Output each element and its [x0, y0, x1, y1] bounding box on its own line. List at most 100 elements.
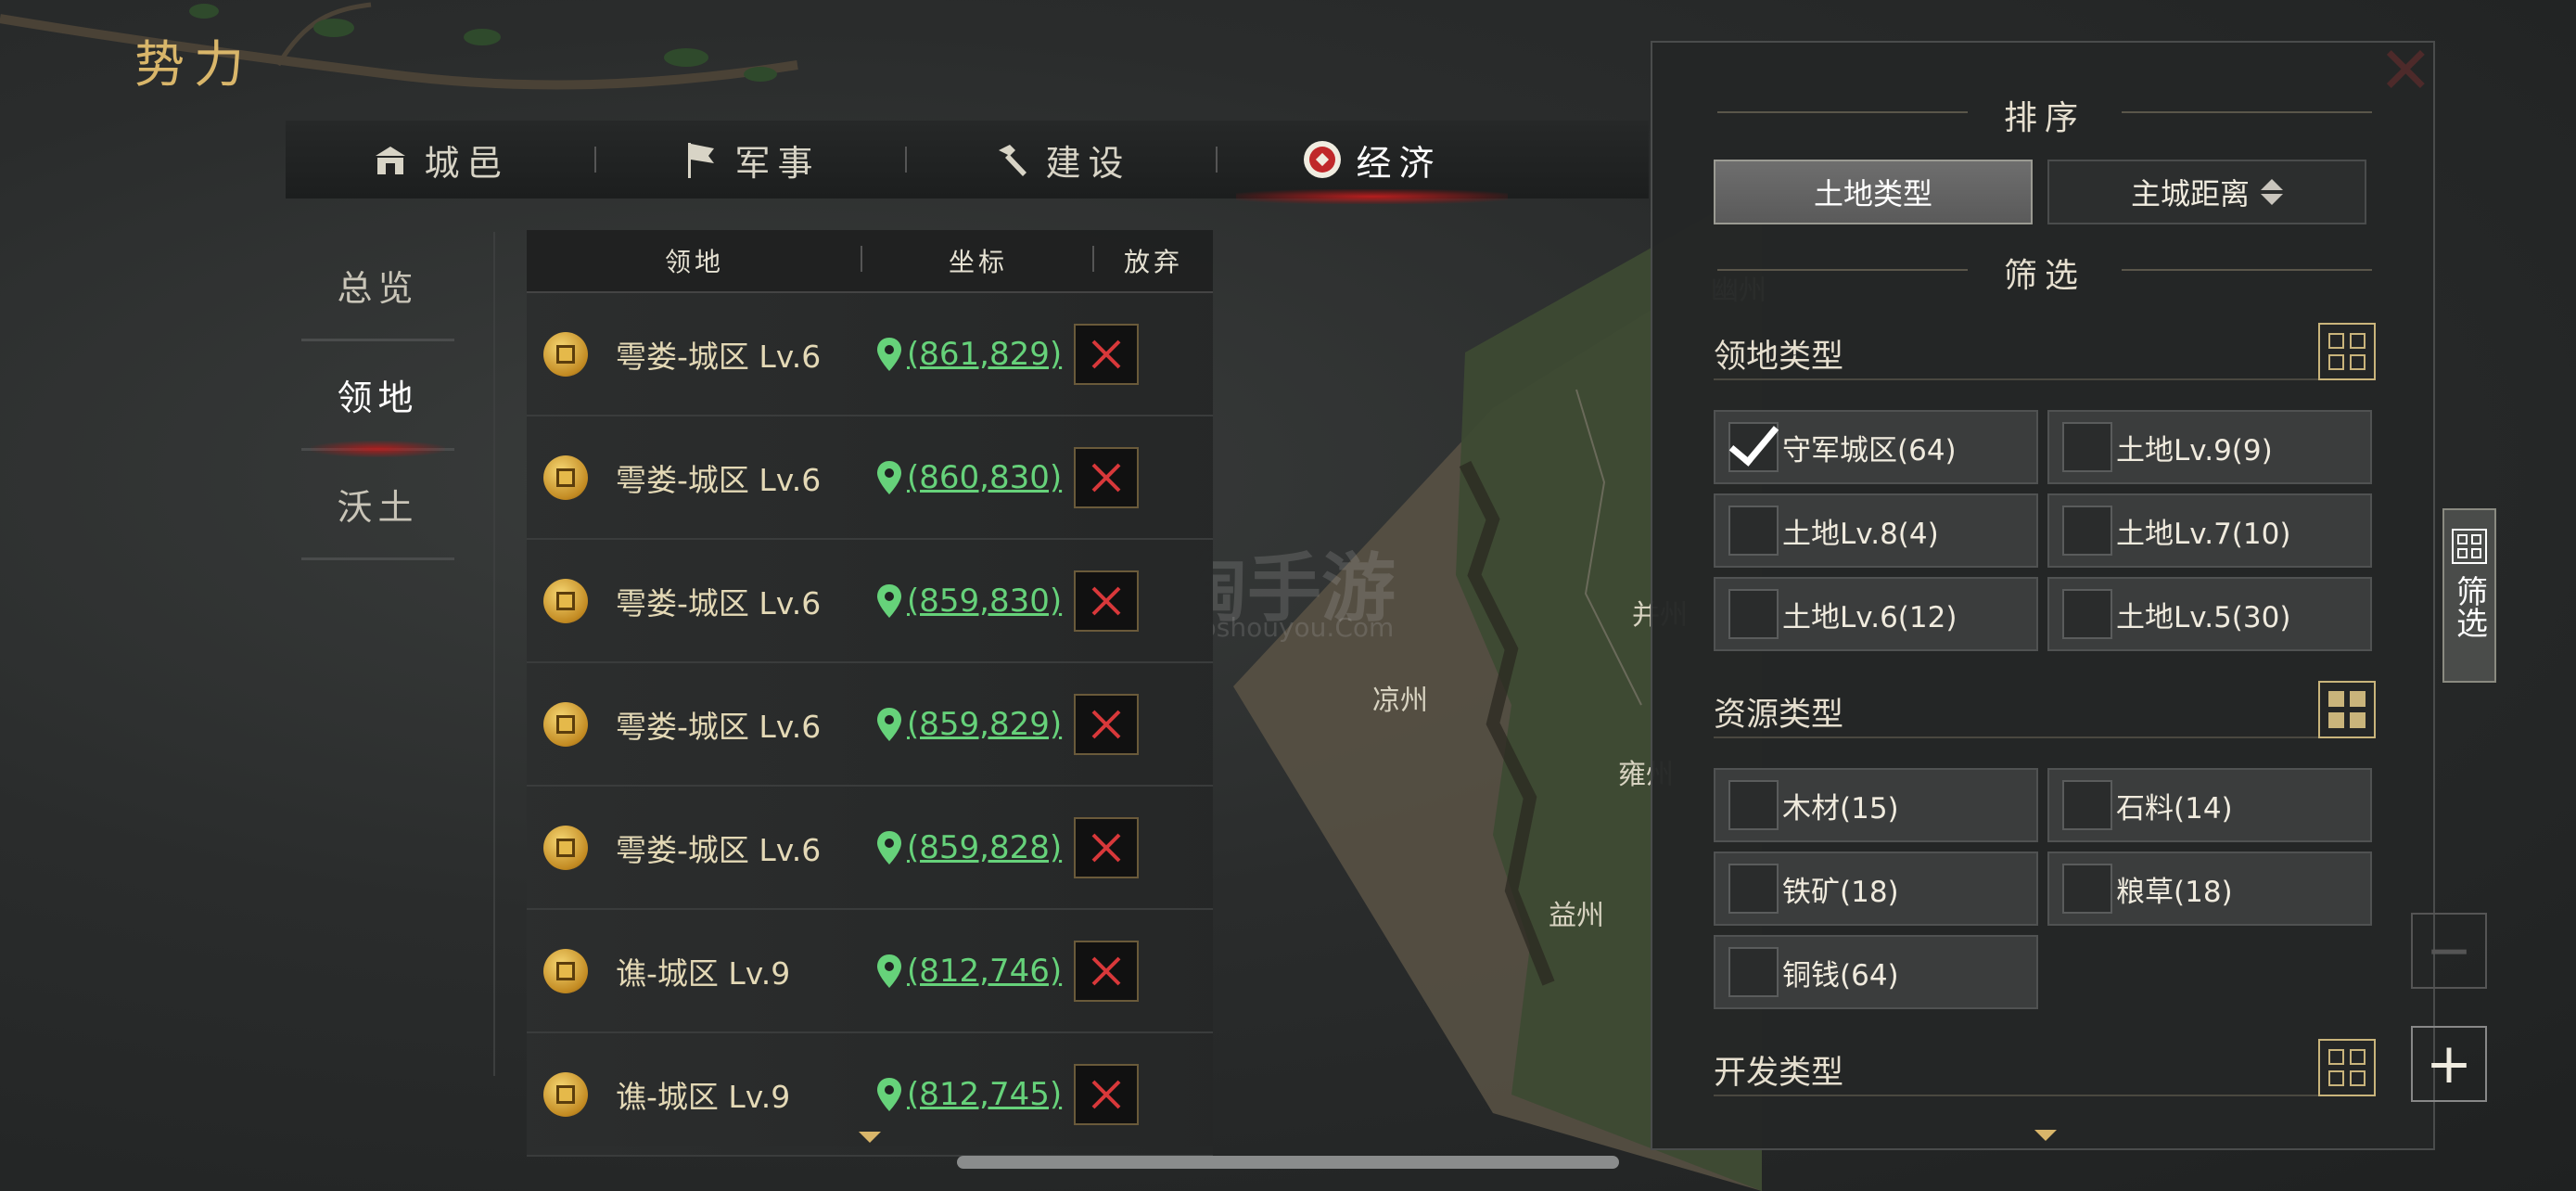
horizontal-scrollbar[interactable] — [957, 1156, 1619, 1169]
filter-option[interactable]: 土地Lv.6(12) — [1714, 577, 2038, 651]
filter-option-label: 守军城区(64) — [1782, 433, 1957, 467]
abandon-button[interactable] — [1074, 446, 1139, 508]
location-pin-icon — [877, 583, 901, 618]
filter-option[interactable]: 土地Lv.7(10) — [2047, 493, 2372, 568]
territory-name: 谯-城区 Lv.9 — [616, 954, 791, 992]
flag-icon — [681, 139, 721, 180]
tab-economy[interactable]: 经济 — [1218, 121, 1526, 204]
close-icon — [1091, 710, 1121, 738]
side-tab-label: 筛选 — [2450, 575, 2488, 638]
category-label: 资源类型 — [1714, 697, 1844, 734]
zoom-out-button[interactable]: − — [2411, 913, 2487, 989]
abandon-button[interactable] — [1074, 940, 1139, 1002]
coin-icon — [543, 825, 588, 870]
tab-construction-label: 建设 — [1045, 142, 1131, 184]
map-label-yizhou: 益州 — [1549, 900, 1604, 932]
nav-fertile-land[interactable]: 沃土 — [301, 451, 454, 560]
close-icon — [1091, 956, 1121, 985]
filter-option[interactable]: 粮草(18) — [2047, 852, 2372, 926]
title-line — [2122, 269, 2372, 271]
coordinate-link[interactable]: (860,830) — [907, 459, 1062, 496]
checkbox[interactable] — [2062, 864, 2112, 914]
filter-option[interactable]: 木材(15) — [1714, 768, 2038, 842]
abandon-button[interactable] — [1074, 816, 1139, 878]
sort-option-label: 土地类型 — [1813, 176, 1932, 211]
filter-option-label: 土地Lv.6(12) — [1782, 600, 1958, 634]
coin-icon — [543, 948, 588, 993]
table-row[interactable]: 雩娄-城区 Lv.6 (859,829) — [527, 663, 1213, 787]
sort-by-distance-button[interactable]: 主城距离 — [2047, 160, 2366, 224]
coordinate-link[interactable]: (812,746) — [907, 953, 1062, 990]
tab-city[interactable]: 城邑 — [286, 121, 594, 198]
hammer-icon — [991, 139, 1032, 180]
filter-option[interactable]: 土地Lv.5(30) — [2047, 577, 2372, 651]
left-nav: 总览 领地 沃土 — [301, 232, 454, 560]
filter-option[interactable]: 铁矿(18) — [1714, 852, 2038, 926]
table-scroll-down-icon[interactable] — [859, 1132, 881, 1143]
table-row[interactable]: 雩娄-城区 Lv.6 (859,830) — [527, 540, 1213, 663]
territory-name: 雩娄-城区 Lv.6 — [616, 584, 822, 621]
abandon-button[interactable] — [1074, 1063, 1139, 1125]
coordinate-link[interactable]: (861,829) — [907, 336, 1062, 373]
checkbox[interactable] — [1728, 589, 1779, 639]
page-title: 势力 — [134, 35, 253, 94]
checkbox[interactable] — [1728, 506, 1779, 556]
checkbox[interactable] — [1728, 947, 1779, 997]
coordinate-link[interactable]: (812,745) — [907, 1076, 1062, 1113]
territory-table[interactable]: 领地 坐标 放弃 雩娄-城区 Lv.6 (861,829) 雩娄-城区 Lv.6… — [527, 230, 1213, 1157]
city-gate-icon — [370, 139, 411, 180]
nav-overview[interactable]: 总览 — [301, 232, 454, 341]
checkbox[interactable] — [2062, 422, 2112, 472]
coordinate-link[interactable]: (859,828) — [907, 829, 1062, 866]
abandon-button[interactable] — [1074, 693, 1139, 755]
table-row[interactable]: 雩娄-城区 Lv.6 (860,830) — [527, 416, 1213, 540]
abandon-button[interactable] — [1074, 570, 1139, 632]
filter-option-label: 土地Lv.7(10) — [2116, 517, 2291, 551]
filter-option[interactable]: 守军城区(64) — [1714, 410, 2038, 484]
filter-option-label: 铜钱(64) — [1782, 958, 1899, 992]
filter-option[interactable]: 土地Lv.8(4) — [1714, 493, 2038, 568]
filter-option[interactable]: 铜钱(64) — [1714, 935, 2038, 1009]
abandon-button[interactable] — [1074, 323, 1139, 385]
select-all-grid-icon[interactable] — [2318, 1039, 2376, 1096]
title-line — [1717, 111, 1968, 113]
checkbox[interactable] — [1728, 864, 1779, 914]
checkbox[interactable] — [1728, 422, 1779, 472]
table-row[interactable]: 雩娄-城区 Lv.6 (859,828) — [527, 787, 1213, 910]
territory-name: 雩娄-城区 Lv.6 — [616, 338, 822, 375]
filter-option[interactable]: 石料(14) — [2047, 768, 2372, 842]
coordinate-link[interactable]: (859,830) — [907, 583, 1062, 620]
location-pin-icon — [877, 707, 901, 741]
filter-side-tab[interactable]: 筛选 — [2442, 508, 2496, 683]
coin-icon — [543, 331, 588, 377]
close-icon — [1091, 339, 1121, 368]
zoom-in-button[interactable]: + — [2411, 1026, 2487, 1102]
tab-construction[interactable]: 建设 — [907, 121, 1216, 198]
select-all-grid-icon[interactable] — [2318, 323, 2376, 380]
checkbox[interactable] — [2062, 589, 2112, 639]
tab-military[interactable]: 军事 — [596, 121, 905, 198]
header-territory: 领地 — [527, 242, 862, 279]
location-pin-icon — [877, 1077, 901, 1111]
coordinate-link[interactable]: (859,829) — [907, 706, 1062, 743]
checkbox[interactable] — [2062, 506, 2112, 556]
filter-option[interactable]: 土地Lv.9(9) — [2047, 410, 2372, 484]
table-row[interactable]: 雩娄-城区 Lv.6 (861,829) — [527, 293, 1213, 416]
tab-military-label: 军事 — [734, 142, 821, 184]
panel-scroll-down-icon[interactable] — [2034, 1130, 2057, 1141]
filter-panel: 排序 土地类型 主城距离 筛选 领地类型 守军城区(64) 土地Lv.9(9) … — [1651, 41, 2435, 1150]
tab-economy-label: 经济 — [1356, 142, 1442, 184]
nav-territory[interactable]: 领地 — [301, 341, 454, 457]
checkbox[interactable] — [1728, 780, 1779, 830]
close-icon[interactable]: ✕ — [2378, 32, 2433, 109]
close-icon — [1091, 463, 1121, 492]
tab-city-label: 城邑 — [424, 142, 510, 184]
checkbox[interactable] — [2062, 780, 2112, 830]
select-all-grid-icon[interactable] — [2318, 681, 2376, 738]
top-tab-bar: 城邑 军事 建设 经济 — [286, 121, 1649, 204]
coin-icon — [543, 455, 588, 500]
sort-by-land-type-button[interactable]: 土地类型 — [1714, 160, 2033, 224]
table-row[interactable]: 谯-城区 Lv.9 (812,746) — [527, 910, 1213, 1033]
filter-title-text: 筛选 — [2003, 257, 2085, 295]
filter-option-label: 土地Lv.8(4) — [1782, 517, 1939, 551]
